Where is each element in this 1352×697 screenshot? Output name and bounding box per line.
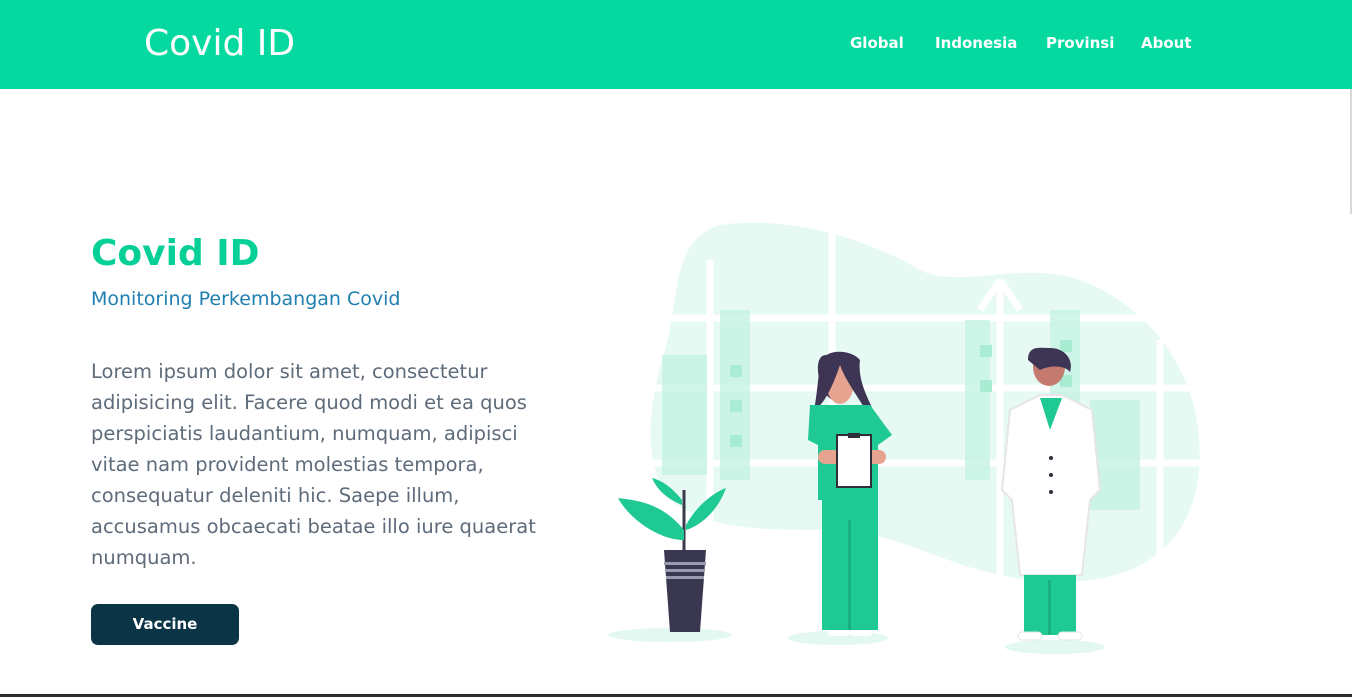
nav-global[interactable]: Global (850, 34, 904, 52)
hero-subtitle: Monitoring Perkembangan Covid (91, 288, 401, 310)
vaccine-button[interactable]: Vaccine (91, 604, 239, 645)
hero-title: Covid ID (91, 233, 260, 274)
nav-provinsi[interactable]: Provinsi (1046, 34, 1114, 52)
brand-logo[interactable]: Covid ID (144, 22, 295, 66)
navbar: Covid ID Global Indonesia Provinsi About (0, 0, 1352, 89)
medical-staff-illustration (608, 220, 1215, 654)
nav-indonesia[interactable]: Indonesia (935, 34, 1017, 52)
nav-about[interactable]: About (1141, 34, 1192, 52)
hero-description: Lorem ipsum dolor sit amet, consectetur … (91, 360, 536, 569)
